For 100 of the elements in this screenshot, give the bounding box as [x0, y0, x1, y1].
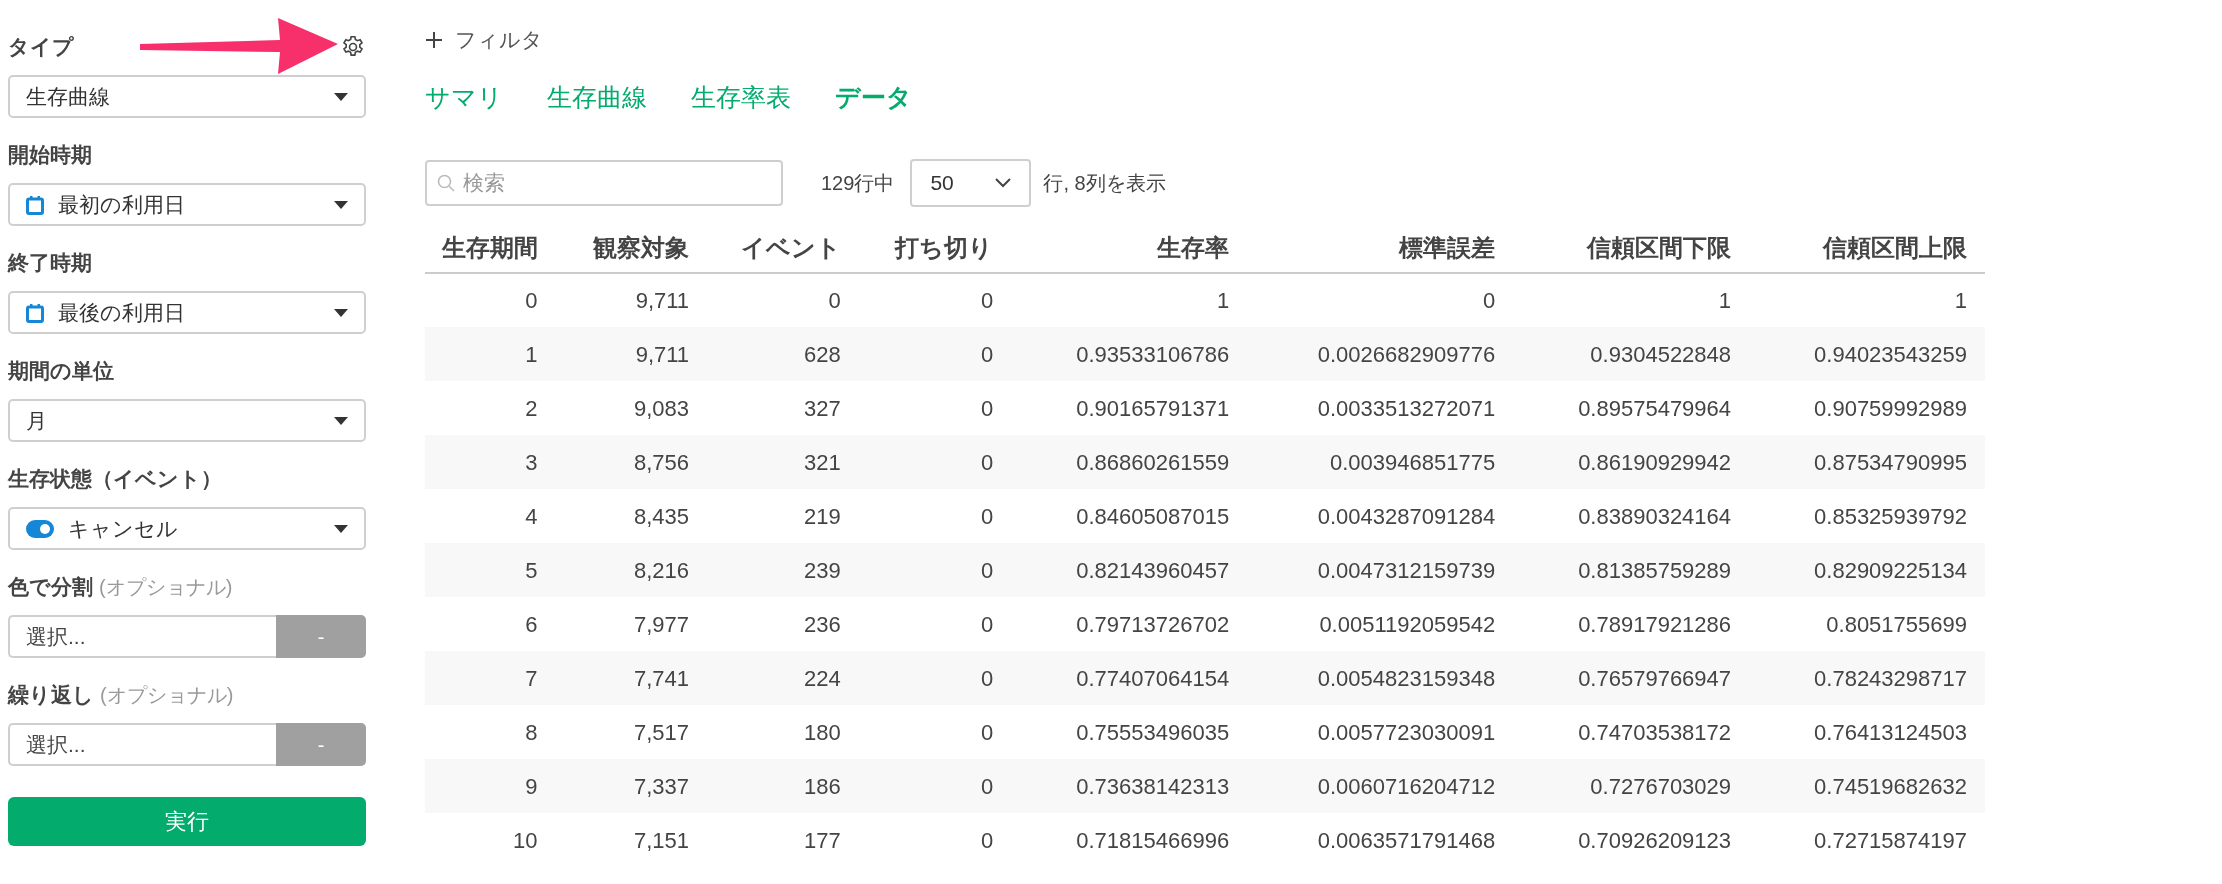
table-cell: 0.94023543259	[1749, 327, 1985, 381]
table-cell: 0.0051192059542	[1247, 597, 1514, 651]
caret-icon	[334, 308, 348, 317]
table-cell: 0.78917921286	[1513, 597, 1750, 651]
table-cell: 0.87534790995	[1749, 435, 1985, 489]
table-cell: 0.82909225134	[1749, 543, 1985, 597]
table-cell: 7,741	[555, 651, 708, 705]
table-cell: 0	[1247, 273, 1514, 327]
table-cell: 0	[858, 273, 1012, 327]
table-cell: 0.8051755699	[1749, 597, 1985, 651]
table-cell: 0	[858, 759, 1012, 813]
table-cell: 9,083	[555, 381, 708, 435]
rows-shown-text: 行, 8列を表示	[1043, 171, 1166, 196]
table-cell: 1	[1513, 273, 1750, 327]
calendar-icon	[26, 302, 44, 323]
table-cell: 4	[425, 489, 556, 543]
table-cell: 8,756	[555, 435, 708, 489]
table-cell: 7,977	[555, 597, 708, 651]
page-size-select[interactable]: 50	[910, 159, 1032, 207]
table-cell: 0	[858, 489, 1012, 543]
table-cell: 0.93533106786	[1011, 327, 1248, 381]
table-cell: 0	[858, 597, 1012, 651]
table-cell: 0.81385759289	[1513, 543, 1750, 597]
table-cell: 0.0047312159739	[1247, 543, 1514, 597]
table-cell: 0.84605087015	[1011, 489, 1248, 543]
search-icon	[437, 174, 455, 192]
table-cell: 0.76579766947	[1513, 651, 1750, 705]
table-cell: 0.90165791371	[1011, 381, 1248, 435]
table-cell: 0.003946851775	[1247, 435, 1514, 489]
table-cell: 0.7276703029	[1513, 759, 1750, 813]
table-cell: 0.73638142313	[1011, 759, 1248, 813]
select-field[interactable]: 生存曲線	[8, 75, 366, 118]
table-cell: 6	[425, 597, 556, 651]
table-cell: 177	[707, 813, 859, 867]
column-header: 信頼区間下限	[1513, 224, 1750, 273]
table-cell: 180	[707, 705, 859, 759]
table-cell: 628	[707, 327, 859, 381]
table-cell: 0	[858, 813, 1012, 867]
select-field[interactable]: 選択...	[8, 615, 276, 658]
column-header: 生存期間	[425, 224, 556, 273]
select-field[interactable]: 最後の利用日	[8, 291, 366, 334]
table-cell: 0	[858, 327, 1012, 381]
search-field[interactable]: 検索	[425, 160, 783, 206]
field-label: 生存状態（イベント）	[8, 466, 222, 493]
table-cell: 0	[425, 273, 556, 327]
field-label: 色で分割	[8, 574, 93, 601]
table-cell: 0.0063571791468	[1247, 813, 1514, 867]
table-cell: 0.0060716204712	[1247, 759, 1514, 813]
column-header: 観察対象	[555, 224, 708, 273]
table-cell: 1	[1011, 273, 1248, 327]
calendar-icon	[26, 194, 44, 215]
table-cell: 0.9304522848	[1513, 327, 1750, 381]
table-cell: 5	[425, 543, 556, 597]
caret-icon	[334, 524, 348, 533]
table-cell: 0.0054823159348	[1247, 651, 1514, 705]
column-header: イベント	[707, 224, 859, 273]
table-cell: 0.71815466996	[1011, 813, 1248, 867]
table-cell: 0	[858, 381, 1012, 435]
table-cell: 0.86190929942	[1513, 435, 1750, 489]
table-cell: 2	[425, 381, 556, 435]
table-cell: 0.86860261559	[1011, 435, 1248, 489]
table-cell: 0.79713726702	[1011, 597, 1248, 651]
select-field[interactable]: 選択...	[8, 723, 276, 766]
column-header: 信頼区間上限	[1749, 224, 1985, 273]
row-count: 129行中	[821, 171, 895, 196]
table-cell: 0.77407064154	[1011, 651, 1248, 705]
table-cell: 9,711	[555, 327, 708, 381]
table-cell: 0.0043287091284	[1247, 489, 1514, 543]
table-cell: 0.72715874197	[1749, 813, 1985, 867]
table-cell: 0.78243298717	[1749, 651, 1985, 705]
toggle-switch[interactable]	[26, 519, 54, 538]
table-cell: 8	[425, 705, 556, 759]
select-field[interactable]: 月	[8, 399, 366, 442]
table-cell: 0.75553496035	[1011, 705, 1248, 759]
table-cell: 224	[707, 651, 859, 705]
table-cell: 327	[707, 381, 859, 435]
table-cell: 0.82143960457	[1011, 543, 1248, 597]
table-cell: 0.0033513272071	[1247, 381, 1514, 435]
column-header: 標準誤差	[1247, 224, 1514, 273]
field-label: タイプ	[8, 34, 74, 61]
optional-note: (オプショナル)	[100, 683, 234, 708]
table-cell: 7,517	[555, 705, 708, 759]
table-cell: 0.90759992989	[1749, 381, 1985, 435]
search-input[interactable]: 検索	[463, 167, 771, 199]
caret-icon	[334, 200, 348, 209]
table-cell: 0	[858, 651, 1012, 705]
table-cell: 239	[707, 543, 859, 597]
table-cell: 10	[425, 813, 556, 867]
table-cell: 0.76413124503	[1749, 705, 1985, 759]
table-cell: 186	[707, 759, 859, 813]
select-field[interactable]: キャンセル	[8, 507, 366, 550]
table-cell: 7,337	[555, 759, 708, 813]
select-field[interactable]: 最初の利用日	[8, 183, 366, 226]
table-cell: 0	[858, 543, 1012, 597]
optional-note: (オプショナル)	[99, 575, 233, 600]
table-cell: 0.89575479964	[1513, 381, 1750, 435]
field-label: 開始時期	[8, 142, 92, 169]
table-cell: 9,711	[555, 273, 708, 327]
filter-button[interactable]: フィルタ	[425, 20, 543, 60]
table-cell: 7	[425, 651, 556, 705]
